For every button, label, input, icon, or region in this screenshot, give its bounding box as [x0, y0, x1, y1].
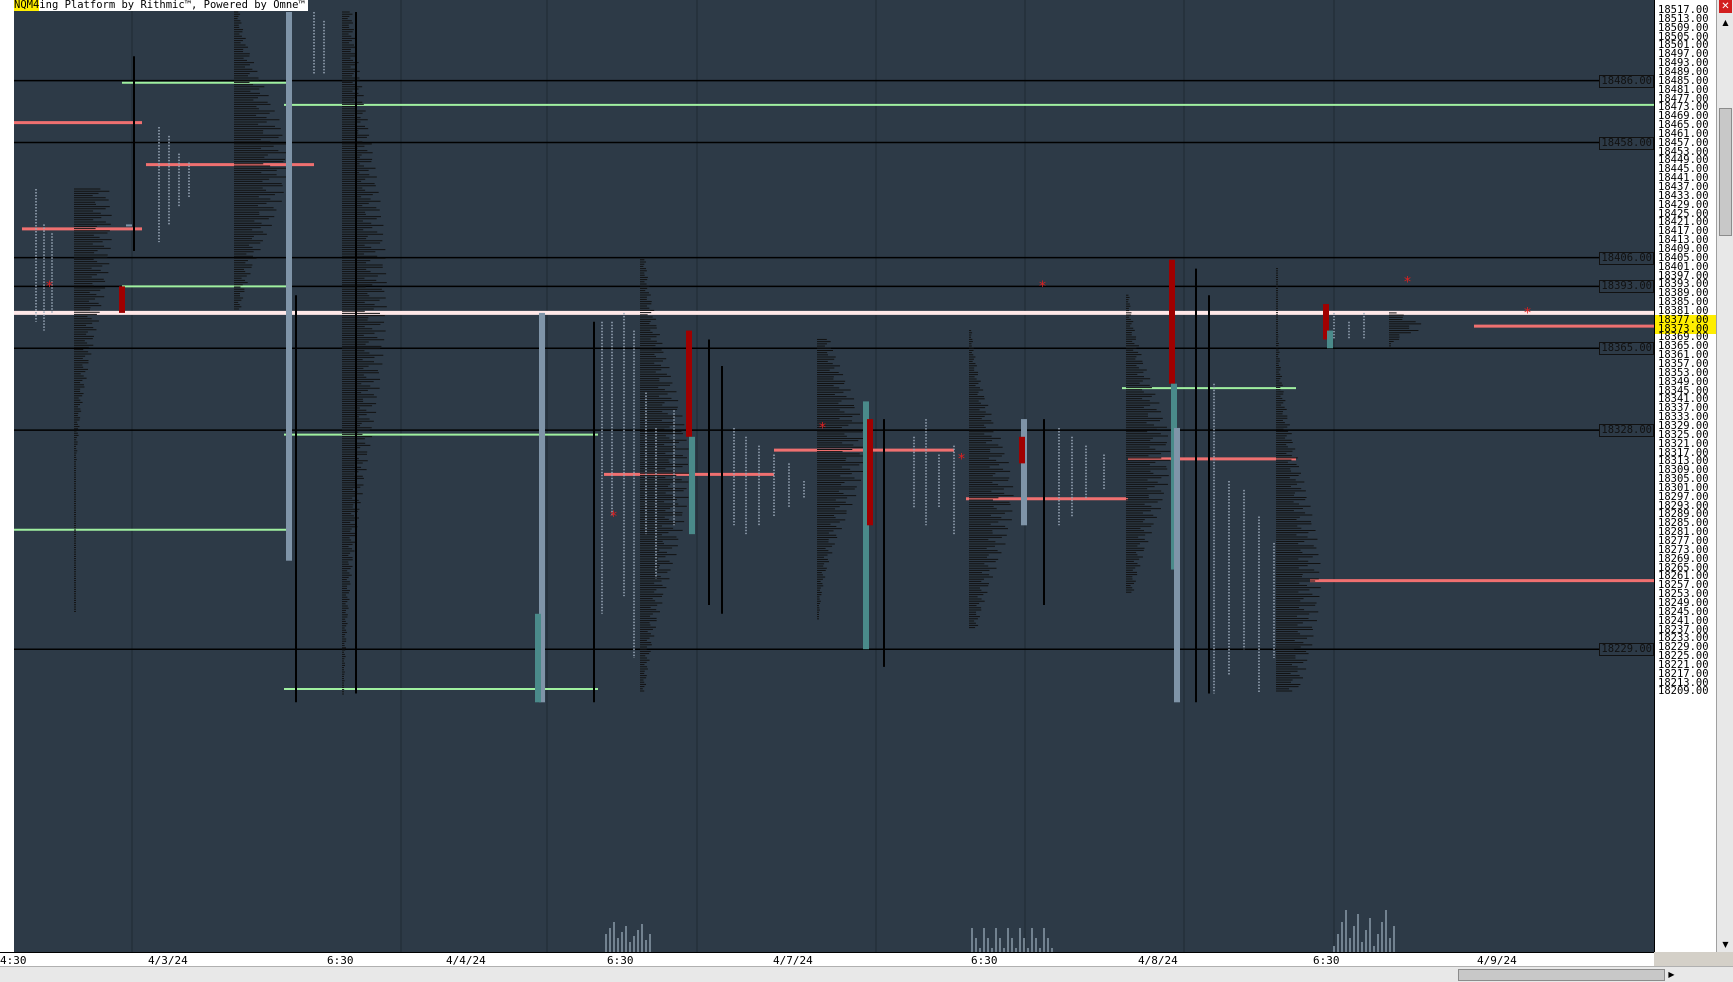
market-profile-chart[interactable]: * * * * * * * 18486.00 18458.00 18406.00 18393.00…	[14, 0, 1654, 952]
single-print-marker: *	[958, 451, 965, 467]
single-print-marker: *	[46, 279, 53, 295]
time-axis: 4:30 4/3/24 6:30 4/4/24 6:30 4/7/24 6:30 4/8/24…	[0, 952, 1654, 967]
key-level-label: 18365.00	[1599, 342, 1654, 356]
chart-window: * * * * * * * 18486.00 18458.00 18406.00 18393.00…	[0, 0, 1733, 982]
single-print-marker: *	[1039, 279, 1046, 295]
single-print-marker: *	[1404, 274, 1411, 290]
key-level-label: 18393.00	[1599, 280, 1654, 294]
single-print-marker: *	[819, 420, 826, 436]
range-bar	[1169, 259, 1175, 384]
chart-canvas[interactable]: * * * * * * *	[14, 0, 1654, 952]
horizontal-scrollbar[interactable]: ▶	[0, 966, 1733, 982]
range-bar	[1021, 419, 1027, 526]
range-bar	[867, 419, 873, 526]
key-level-label: 18406.00	[1599, 251, 1654, 265]
single-print-marker: *	[1524, 305, 1531, 321]
symbol-label: NQM4	[14, 0, 40, 11]
range-bar	[126, 224, 132, 227]
profile-4-2	[74, 188, 112, 612]
profile-4-9	[1389, 312, 1422, 347]
profile-4-8c	[1276, 268, 1321, 692]
vertical-scroll-thumb[interactable]	[1719, 108, 1732, 236]
title-text: ing Platform by Rithmic™, Powered by Omn…	[39, 0, 305, 11]
range-bar	[535, 613, 541, 703]
profile-4-8b	[1126, 294, 1171, 593]
range-bar	[119, 286, 125, 313]
profile-4-7	[817, 338, 867, 620]
single-print-marker: *	[610, 509, 617, 525]
profile-4-8a	[969, 330, 1014, 629]
scroll-up-icon[interactable]: ▲	[1717, 16, 1733, 30]
range-bar	[689, 436, 695, 535]
horizontal-scroll-thumb[interactable]	[1458, 969, 1665, 981]
key-level-label: 18229.00	[1599, 643, 1654, 657]
left-margin	[0, 0, 15, 952]
chart-title: NQM4ing Platform by Rithmic™, Powered by…	[14, 0, 308, 11]
profile-4-3	[234, 11, 289, 310]
vertical-scrollbar[interactable]: ✕ ▲ ▼	[1716, 0, 1733, 952]
key-level-label: 18458.00	[1599, 136, 1654, 150]
key-level-label: 18486.00	[1599, 74, 1654, 88]
range-bar	[286, 12, 292, 561]
range-bar	[686, 330, 692, 437]
profile-4-4	[342, 11, 387, 695]
range-bar	[1019, 436, 1025, 464]
scroll-right-icon[interactable]: ▶	[1664, 967, 1679, 982]
close-icon[interactable]: ✕	[1719, 0, 1732, 13]
price-tick: 18209.00	[1658, 685, 1709, 698]
price-axis[interactable]: 18517.00 18513.00 18509.00 18505.00 18501.00…	[1654, 0, 1717, 952]
range-bar	[1174, 427, 1180, 703]
scroll-down-icon[interactable]: ▼	[1717, 938, 1733, 952]
range-bar	[1327, 330, 1333, 349]
key-level-label: 18328.00	[1599, 424, 1654, 438]
